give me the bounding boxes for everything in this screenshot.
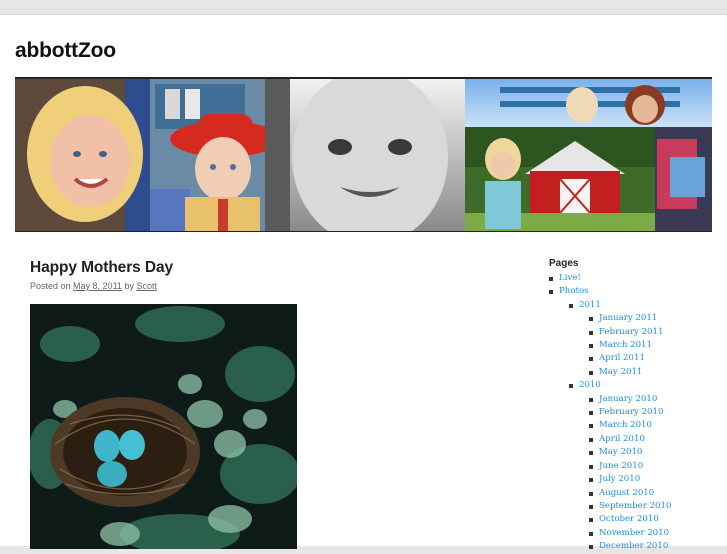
post-title[interactable]: Happy Mothers Day	[30, 259, 310, 277]
page-link-month[interactable]: May 2011	[589, 366, 719, 379]
sidebar: Pages Live! Photos 2011 January 2011 Feb…	[549, 258, 719, 554]
page-link-2011-label[interactable]: 2011	[579, 300, 601, 310]
post-meta-by: by	[124, 281, 134, 291]
pages-widget-title: Pages	[549, 258, 579, 269]
page-wrapper: abbottZoo Happy Mothers Day Posted on Ma…	[0, 14, 727, 551]
header-banner-image[interactable]	[15, 77, 712, 232]
post-image[interactable]	[30, 304, 297, 549]
page-link-month[interactable]: March 2010	[589, 419, 719, 432]
page-link-month[interactable]: April 2010	[589, 433, 719, 446]
pages-list: Live! Photos 2011 January 2011 February …	[549, 272, 719, 554]
page-link-photos[interactable]: Photos 2011 January 2011 February 2011 M…	[549, 285, 719, 553]
post-meta: Posted on May 8, 2011 by Scott	[30, 281, 310, 291]
page-link-2010-label[interactable]: 2010	[579, 380, 601, 390]
post-meta-prefix: Posted on	[30, 281, 71, 291]
page-link-month[interactable]: February 2010	[589, 406, 719, 419]
robin-egg-nest-photo-icon	[30, 304, 297, 549]
page-link-month[interactable]: May 2010	[589, 446, 719, 459]
page-link-month[interactable]: November 2010	[589, 527, 719, 540]
page-link-2011[interactable]: 2011 January 2011 February 2011 March 20…	[569, 299, 719, 379]
post-author-link[interactable]: Scott	[136, 281, 157, 291]
page-link-2010[interactable]: 2010 January 2010 February 2010 March 20…	[569, 379, 719, 553]
page-link-photos-label[interactable]: Photos	[559, 286, 589, 296]
main-content: Happy Mothers Day Posted on May 8, 2011 …	[30, 259, 310, 549]
page-link-month[interactable]: January 2011	[589, 312, 719, 325]
page-link-live[interactable]: Live!	[549, 272, 719, 285]
page-link-month[interactable]: December 2010	[589, 540, 719, 553]
family-photo-collage-icon	[15, 79, 712, 231]
post-date-link[interactable]: May 8, 2011	[73, 281, 122, 291]
page-link-month[interactable]: February 2011	[589, 326, 719, 339]
page-link-month[interactable]: June 2010	[589, 460, 719, 473]
page-link-month[interactable]: March 2011	[589, 339, 719, 352]
site-title[interactable]: abbottZoo	[15, 39, 116, 63]
page-link-month[interactable]: August 2010	[589, 487, 719, 500]
page-link-month[interactable]: July 2010	[589, 473, 719, 486]
page-link-month[interactable]: April 2011	[589, 352, 719, 365]
page-link-month[interactable]: September 2010	[589, 500, 719, 513]
page-link-month[interactable]: October 2010	[589, 513, 719, 526]
page-link-month[interactable]: January 2010	[589, 393, 719, 406]
